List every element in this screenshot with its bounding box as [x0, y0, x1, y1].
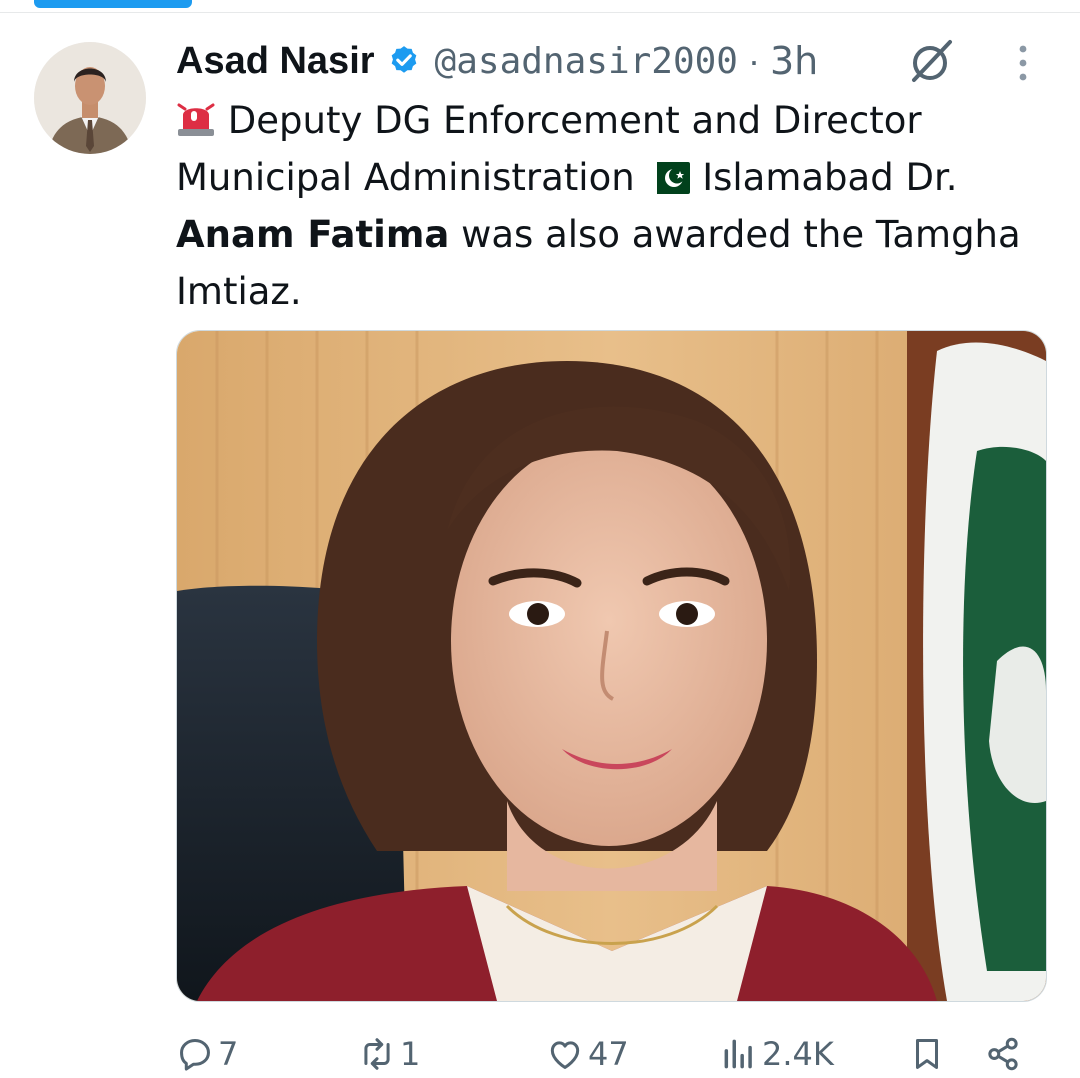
avatar[interactable]	[34, 42, 146, 154]
like-count: 47	[588, 1035, 629, 1073]
reply-count: 7	[218, 1035, 239, 1073]
more-options-icon[interactable]	[1008, 40, 1038, 86]
police-light-icon	[177, 103, 215, 136]
heart-icon	[550, 1041, 580, 1069]
tweet-header: Asad Nasir @asadnasir2000 · 3h	[176, 36, 818, 86]
separator-dot: ·	[747, 40, 760, 81]
tweet-timestamp[interactable]: 3h	[770, 39, 818, 83]
bookmark-button[interactable]	[908, 1034, 946, 1074]
active-tab-indicator	[34, 0, 192, 8]
pakistan-flag-icon	[646, 162, 691, 194]
author-name[interactable]: Asad Nasir	[176, 40, 375, 83]
reply-button[interactable]: 7	[176, 1034, 238, 1074]
views-button[interactable]: 2.4K	[720, 1034, 834, 1074]
share-icon	[988, 1037, 1018, 1071]
tweet-text-bold-name: Anam Fatima	[176, 213, 450, 256]
repost-icon	[364, 1038, 390, 1070]
views-count: 2.4K	[762, 1035, 834, 1073]
views-chart-icon	[724, 1039, 752, 1069]
tweet-media-photo[interactable]	[176, 330, 1047, 1002]
top-tab-bar	[0, 0, 1080, 13]
like-button[interactable]: 47	[546, 1034, 629, 1074]
tweet-text: Deputy DG Enforcement and Director Munic…	[176, 92, 1056, 320]
verified-badge-icon	[391, 46, 416, 73]
repost-button[interactable]: 1	[358, 1034, 420, 1074]
share-button[interactable]	[984, 1034, 1022, 1074]
repost-count: 1	[400, 1035, 421, 1073]
portrait-photo	[177, 331, 1046, 1001]
reply-icon	[180, 1039, 210, 1071]
author-handle[interactable]: @asadnasir2000	[435, 41, 738, 82]
bookmark-icon	[915, 1039, 939, 1069]
grok-icon[interactable]	[906, 38, 956, 84]
avatar-image	[34, 42, 146, 154]
tweet-actions-bar: 7 1 47 2.4K	[0, 1028, 1080, 1078]
tweet-text-part-2: Islamabad Dr.	[690, 156, 958, 199]
